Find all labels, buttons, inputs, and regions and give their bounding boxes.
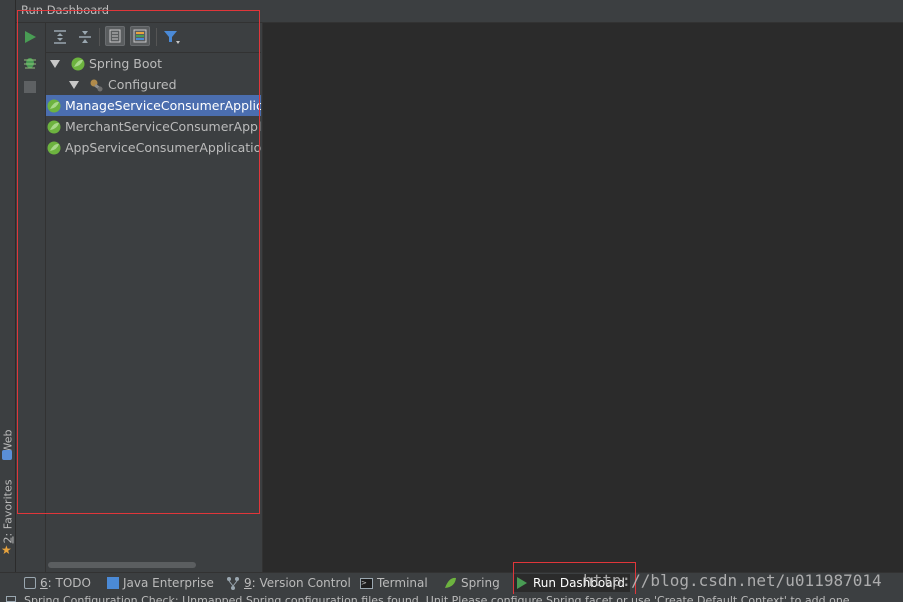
terminal-icon: >	[360, 577, 373, 589]
tree-node-app-service[interactable]: AppServiceConsumerApplication	[46, 137, 261, 158]
watermark-text: http://blog.csdn.net/u011987014	[583, 571, 882, 590]
terminal-label: Terminal	[377, 576, 428, 590]
spring-icon	[445, 577, 456, 588]
favorites-tool-tab[interactable]: 2: Favorites	[0, 476, 15, 546]
favorites-tab-number: 2	[1, 535, 15, 543]
debug-icon	[24, 58, 36, 69]
group-by-status-button[interactable]	[130, 26, 150, 46]
version-control-number: 9	[244, 576, 252, 590]
tree-node-label: AppServiceConsumerApplication	[65, 140, 261, 155]
group-by-status-icon	[133, 29, 147, 43]
todo-tab-label: : TODO	[47, 576, 91, 590]
tree-node-label: Spring Boot	[89, 56, 163, 71]
spring-app-icon	[46, 140, 62, 156]
run-button[interactable]	[20, 27, 40, 47]
toolbar-separator	[99, 28, 100, 46]
run-icon	[517, 577, 527, 589]
expand-all-icon	[54, 30, 66, 44]
tree-node-manage-service[interactable]: ManageServiceConsumerApplication	[46, 95, 261, 116]
spring-boot-icon	[70, 56, 86, 72]
panel-header	[16, 0, 903, 23]
tree-node-configured[interactable]: Configured	[46, 74, 261, 95]
version-control-icon	[227, 577, 239, 590]
todo-tab-number: 6	[40, 576, 48, 590]
expand-arrow-icon[interactable]	[69, 80, 79, 89]
spring-app-icon	[46, 119, 62, 135]
spring-app-icon	[46, 98, 62, 114]
tree-node-label: Configured	[108, 77, 177, 92]
collapse-all-button[interactable]	[75, 27, 95, 47]
status-message: Spring Configuration Check: Unmapped Spr…	[24, 594, 850, 602]
expand-arrow-icon[interactable]	[50, 59, 60, 68]
tree-node-merchant-service[interactable]: MerchantServiceConsumerApplication	[46, 116, 261, 137]
spring-label: Spring	[461, 576, 500, 590]
stop-button[interactable]	[20, 77, 40, 97]
side-toolbar	[17, 23, 46, 572]
spring-tab[interactable]: Spring	[443, 574, 500, 592]
tree-node-label: MerchantServiceConsumerApplication	[65, 119, 261, 134]
terminal-tab[interactable]: > Terminal	[360, 574, 428, 592]
run-configurations-tree: Spring Boot Configured ManageServiceCons…	[46, 53, 261, 563]
filter-icon	[164, 31, 180, 44]
collapse-all-icon	[79, 31, 91, 43]
panel-title: Run Dashboard	[21, 3, 110, 17]
web-icon	[2, 450, 12, 460]
star-icon: ★	[1, 543, 12, 557]
favorites-tab-label: : Favorites	[1, 479, 15, 536]
configured-icon	[89, 77, 105, 93]
group-by-type-icon	[109, 29, 121, 43]
todo-tab[interactable]: 6: TODO	[24, 574, 91, 592]
filter-button[interactable]	[162, 27, 182, 47]
version-control-label: : Version Control	[251, 576, 351, 590]
stop-icon	[24, 81, 36, 93]
todo-icon	[24, 577, 36, 589]
toolbar-separator	[156, 28, 157, 46]
horizontal-scrollbar[interactable]	[48, 562, 196, 568]
debug-button[interactable]	[20, 52, 40, 72]
details-area	[262, 23, 903, 572]
group-by-type-button[interactable]	[105, 26, 125, 46]
java-enterprise-tab[interactable]: Java Enterprise	[107, 574, 214, 592]
expand-all-button[interactable]	[50, 27, 70, 47]
java-enterprise-label: Java Enterprise	[123, 576, 214, 590]
tree-node-label: ManageServiceConsumerApplication	[65, 98, 261, 113]
version-control-tab[interactable]: 9: Version Control	[226, 574, 351, 592]
run-icon	[25, 31, 36, 43]
status-icon	[6, 596, 16, 602]
tree-node-spring-boot[interactable]: Spring Boot	[46, 53, 261, 74]
java-enterprise-icon	[107, 577, 119, 589]
